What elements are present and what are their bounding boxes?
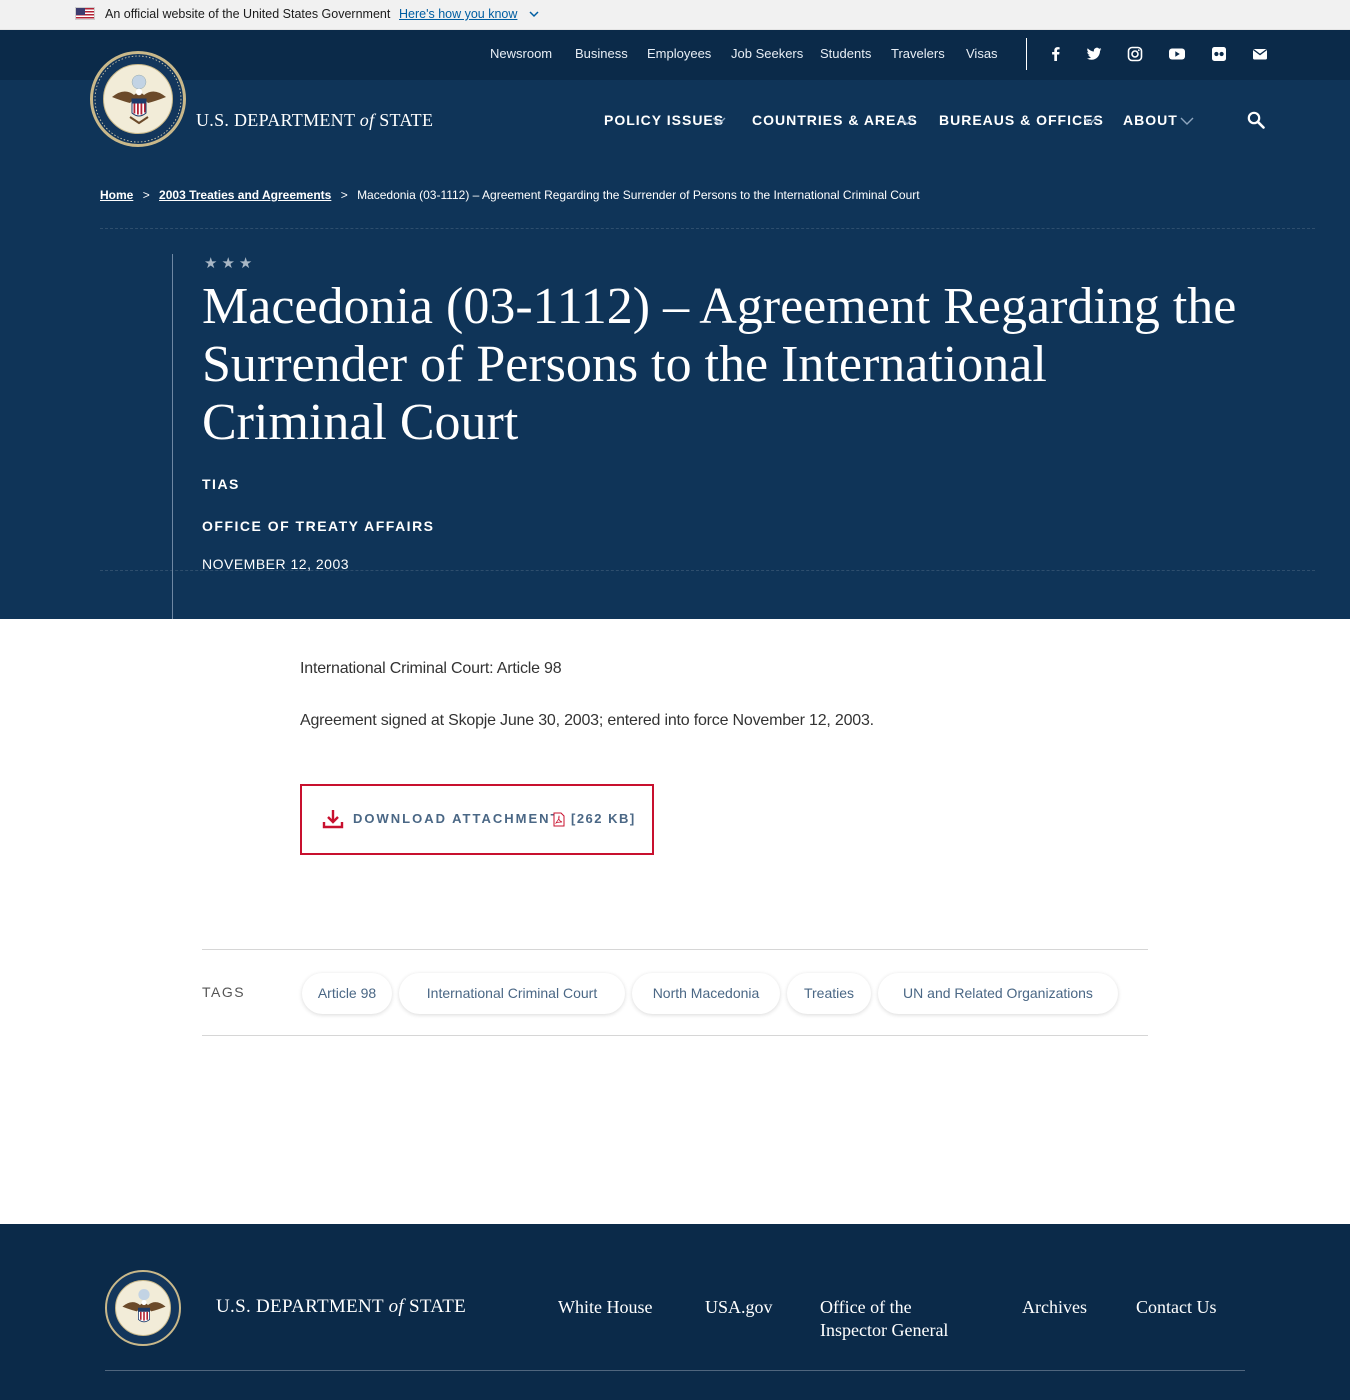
util-nav-travelers[interactable]: Travelers [891,46,945,61]
tag-chip[interactable]: UN and Related Organizations [878,973,1118,1014]
nav-about[interactable]: ABOUT [1123,112,1178,128]
breadcrumb-current: Macedonia (03-1112) – Agreement Regardin… [357,188,920,202]
breadcrumb-home[interactable]: Home [100,188,133,202]
download-icon [322,810,344,829]
content-type-label: TIAS [202,476,240,492]
hero-accent-line [172,254,173,619]
footer-link-white-house[interactable]: White House [558,1296,652,1319]
tags-divider-bottom [202,1035,1148,1036]
page-title: Macedonia (03-1112) – Agreement Regardin… [202,278,1237,451]
footer-link-usa-gov[interactable]: USA.gov [705,1296,773,1319]
publish-date: NOVEMBER 12, 2003 [202,556,350,572]
tag-chip[interactable]: Article 98 [302,973,392,1014]
nav-bureaus-offices[interactable]: BUREAUS & OFFICES [939,112,1104,128]
footer-link-contact-us[interactable]: Contact Us [1136,1296,1217,1319]
footer-link-archives[interactable]: Archives [1022,1296,1087,1319]
tag-chip[interactable]: North Macedonia [632,973,780,1014]
body-paragraph-1: International Criminal Court: Article 98 [300,660,562,677]
site-header: Newsroom Business Employees Job Seekers … [0,30,1350,619]
office-label: OFFICE OF TREATY AFFAIRS [202,518,435,534]
facebook-icon[interactable] [1046,44,1066,64]
chevron-down-icon[interactable] [1083,116,1097,126]
util-nav-business[interactable]: Business [575,46,628,61]
wordmark-pre: U.S. DEPARTMENT [216,1296,384,1317]
utility-bar: Newsroom Business Employees Job Seekers … [0,30,1350,80]
tag-chip[interactable]: International Criminal Court [399,973,625,1014]
breadcrumb-separator: > [142,188,150,202]
download-label: DOWNLOAD ATTACHMENT [353,811,561,826]
breadcrumb: Home > 2003 Treaties and Agreements > Ma… [100,185,940,205]
site-wordmark[interactable]: U.S. DEPARTMENT of STATE [196,110,433,131]
gov-banner: An official website of the United States… [0,0,1350,30]
tags-label: TAGS [202,984,246,1000]
util-divider [1026,38,1027,70]
footer-link-inspector-general[interactable]: Office of the Inspector General [820,1296,970,1342]
eagle-icon [122,1289,166,1323]
youtube-icon[interactable] [1167,44,1187,64]
pdf-file-icon [553,812,565,827]
wordmark-of: of [359,110,375,130]
nav-countries-areas[interactable]: COUNTRIES & AREAS [752,112,918,128]
tag-chip[interactable]: Treaties [787,973,871,1014]
download-size: [262 KB] [571,811,636,826]
chevron-down-icon[interactable] [712,116,726,126]
wordmark-of: of [388,1296,404,1317]
divider [100,228,1315,229]
chevron-down-icon[interactable] [1180,116,1194,126]
util-nav-visas[interactable]: Visas [966,46,998,61]
chevron-down-icon[interactable] [529,9,539,19]
wordmark-pre: U.S. DEPARTMENT [196,110,355,130]
search-icon[interactable] [1246,110,1266,130]
chevron-down-icon[interactable] [900,116,914,126]
download-attachment-button[interactable]: DOWNLOAD ATTACHMENT [262 KB] [300,784,654,855]
twitter-icon[interactable] [1084,44,1104,64]
heres-how-you-know-link[interactable]: Here's how you know [399,7,517,21]
wordmark-post: STATE [409,1296,467,1317]
body-paragraph-2: Agreement signed at Skopje June 30, 2003… [300,712,874,729]
site-footer: U.S. DEPARTMENT of STATE White House USA… [0,1224,1350,1400]
stars-decoration: ★★★ [204,255,257,272]
seal-ring-icon [94,55,182,143]
email-icon[interactable] [1250,44,1270,64]
breadcrumb-separator: > [340,188,348,202]
util-nav-employees[interactable]: Employees [647,46,711,61]
tags-divider-top [202,949,1148,950]
instagram-icon[interactable] [1125,44,1145,64]
us-flag-icon [75,7,95,20]
wordmark-post: STATE [379,110,434,130]
footer-seal-logo[interactable] [105,1270,181,1346]
footer-divider [105,1370,1245,1371]
util-nav-newsroom[interactable]: Newsroom [490,46,552,61]
util-nav-job-seekers[interactable]: Job Seekers [731,46,803,61]
gov-banner-text: An official website of the United States… [105,7,391,21]
nav-policy-issues[interactable]: POLICY ISSUES [604,112,724,128]
breadcrumb-parent[interactable]: 2003 Treaties and Agreements [159,188,331,202]
flickr-icon[interactable] [1209,44,1229,64]
util-nav-students[interactable]: Students [820,46,871,61]
footer-wordmark[interactable]: U.S. DEPARTMENT of STATE [216,1296,466,1318]
department-seal-logo[interactable] [90,51,186,147]
